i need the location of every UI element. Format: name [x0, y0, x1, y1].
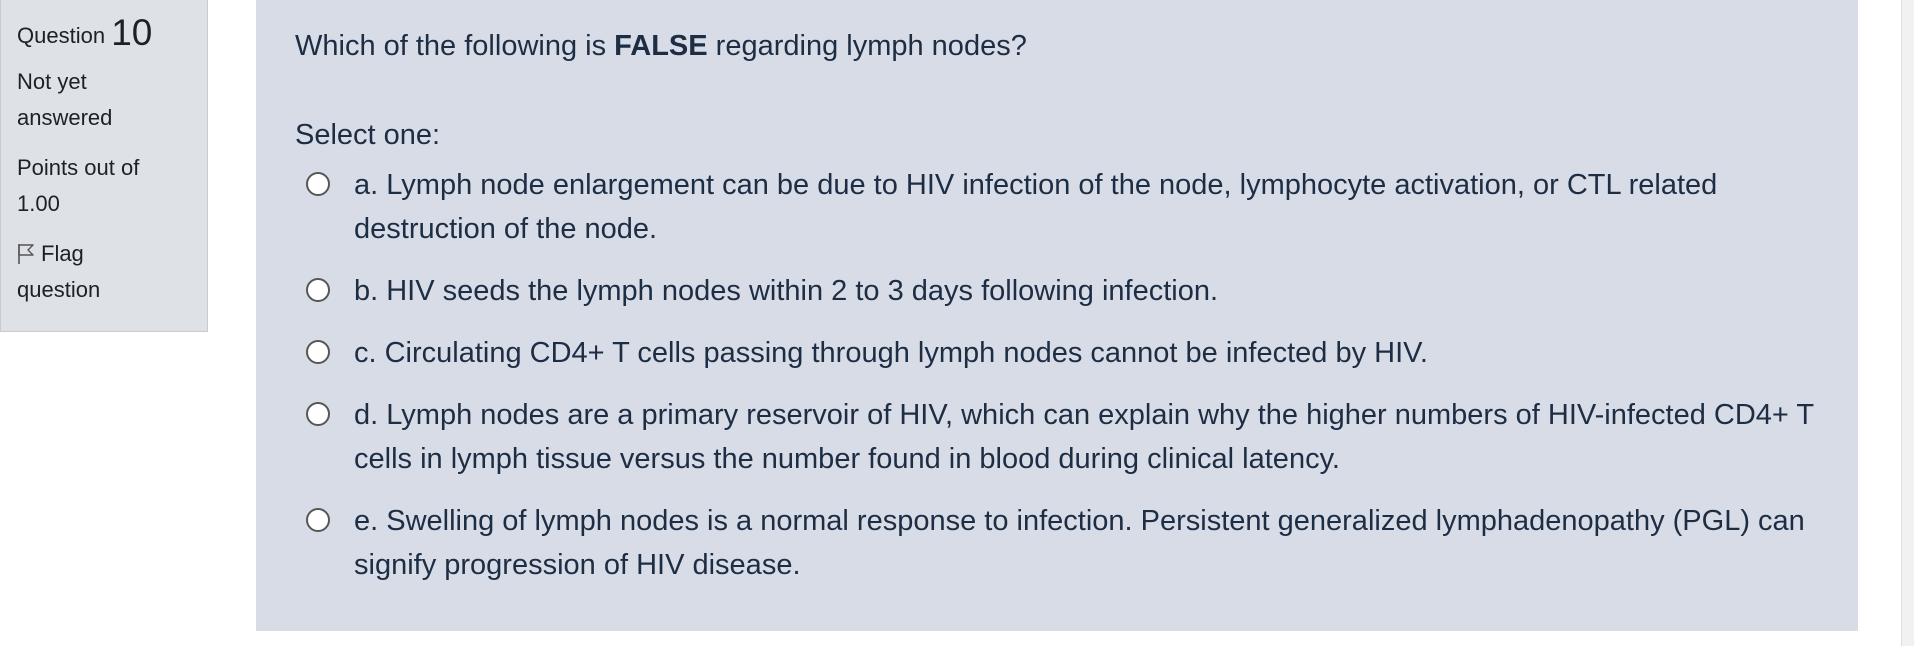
- state-line-2: answered: [17, 105, 113, 130]
- question-text: Which of the following is FALSE regardin…: [295, 26, 1027, 66]
- question-grade: Points out of 1.00: [17, 150, 191, 222]
- question-content: Which of the following is FALSE regardin…: [256, 0, 1858, 631]
- question-number-heading: Question 10: [17, 13, 191, 56]
- radio-option-e[interactable]: [306, 508, 330, 532]
- option-b-label[interactable]: b. HIV seeds the lymph nodes within 2 to…: [346, 269, 1826, 313]
- question-label: Question: [17, 23, 106, 48]
- answer-options: a. Lymph node enlargement can be due to …: [306, 163, 1826, 605]
- option-d[interactable]: d. Lymph nodes are a primary reservoir o…: [306, 393, 1826, 481]
- question-text-before: Which of the following is: [295, 30, 615, 62]
- question-text-after: regarding lymph nodes?: [707, 30, 1027, 62]
- question-number: 10: [111, 12, 153, 53]
- radio-option-d[interactable]: [306, 402, 330, 426]
- question-text-bold: FALSE: [614, 30, 708, 62]
- flag-question-button[interactable]: Flag question: [17, 236, 191, 308]
- grade-line-1: Points out of: [17, 155, 140, 180]
- radio-option-c[interactable]: [306, 340, 330, 364]
- option-c[interactable]: c. Circulating CD4+ T cells passing thro…: [306, 331, 1826, 375]
- flag-label-2: question: [17, 277, 101, 302]
- option-e-label[interactable]: e. Swelling of lymph nodes is a normal r…: [346, 499, 1826, 587]
- flag-label-1: Flag: [41, 241, 84, 266]
- radio-option-a[interactable]: [306, 172, 330, 196]
- option-d-label[interactable]: d. Lymph nodes are a primary reservoir o…: [346, 393, 1826, 481]
- select-prompt: Select one:: [295, 119, 441, 151]
- state-line-1: Not yet: [17, 69, 87, 94]
- question-info-panel: Question 10 Not yet answered Points out …: [0, 0, 208, 332]
- page-scrollbar[interactable]: [1901, 0, 1914, 646]
- grade-line-2: 1.00: [17, 191, 60, 216]
- option-a[interactable]: a. Lymph node enlargement can be due to …: [306, 163, 1826, 251]
- flag-icon: [17, 240, 35, 264]
- option-a-label[interactable]: a. Lymph node enlargement can be due to …: [346, 163, 1826, 251]
- question-state: Not yet answered: [17, 64, 191, 136]
- option-e[interactable]: e. Swelling of lymph nodes is a normal r…: [306, 499, 1826, 587]
- option-c-label[interactable]: c. Circulating CD4+ T cells passing thro…: [346, 331, 1826, 375]
- option-b[interactable]: b. HIV seeds the lymph nodes within 2 to…: [306, 269, 1826, 313]
- radio-option-b[interactable]: [306, 278, 330, 302]
